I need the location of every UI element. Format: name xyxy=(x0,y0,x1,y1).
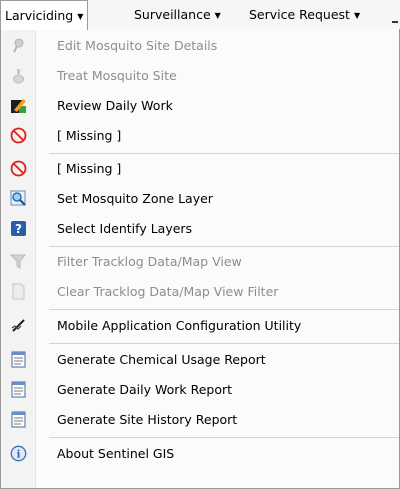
menu-item-about-sentinel-gis[interactable]: i About Sentinel GIS xyxy=(1,439,399,469)
blank-page-icon xyxy=(10,283,27,300)
report-document-icon xyxy=(10,381,27,398)
menu-item-clear-tracklog-filter[interactable]: Clear Tracklog Data/Map View Filter xyxy=(1,277,399,307)
menu-item-label: Generate Daily Work Report xyxy=(57,382,233,397)
menu-item-label: Clear Tracklog Data/Map View Filter xyxy=(57,284,279,299)
help-question-icon: ? xyxy=(10,220,27,237)
menu-item-label: [ Missing ] xyxy=(57,161,122,176)
spray-bottle-icon xyxy=(10,67,27,84)
dropdown-arrow-icon: ▼ xyxy=(214,11,221,20)
zone-magnifier-icon xyxy=(10,190,27,207)
menu-tab-larviciding[interactable]: Larviciding ▼ xyxy=(0,0,89,30)
menu-item-label: Generate Chemical Usage Report xyxy=(57,352,266,367)
report-document-icon xyxy=(10,411,27,428)
menu-item-select-identify-layers[interactable]: ? Select Identify Layers xyxy=(1,214,399,244)
dropdown-arrow-icon: ▼ xyxy=(353,11,361,20)
info-icon: i xyxy=(10,445,27,462)
menu-item-label: Filter Tracklog Data/Map View xyxy=(57,254,242,269)
menu-item-filter-tracklog[interactable]: Filter Tracklog Data/Map View xyxy=(1,247,399,277)
prohibited-icon xyxy=(10,127,27,144)
svg-text:?: ? xyxy=(15,222,22,236)
overflow-grip-icon xyxy=(392,21,398,23)
menu-separator xyxy=(49,437,399,438)
menu-item-missing-1[interactable]: [ Missing ] xyxy=(1,121,399,151)
svg-text:i: i xyxy=(17,450,21,461)
menu-item-label: Review Daily Work xyxy=(57,98,173,113)
menu-item-missing-2[interactable]: [ Missing ] xyxy=(1,154,399,184)
menu-item-label: Generate Site History Report xyxy=(57,412,238,427)
prohibited-icon xyxy=(10,160,27,177)
menubar: Larviciding ▼ Surveillance ▼ Service Reque… xyxy=(0,0,400,30)
menu-item-label: Set Mosquito Zone Layer xyxy=(57,191,213,206)
toolbar-overflow-button[interactable] xyxy=(390,0,400,29)
menu-tab-service-request[interactable]: Service Request ▼ xyxy=(245,0,364,29)
report-document-icon xyxy=(10,351,27,368)
larviciding-dropdown-menu: Edit Mosquito Site Details Treat Mosquit… xyxy=(0,29,400,489)
menu-item-treat-mosquito-site[interactable]: Treat Mosquito Site xyxy=(1,61,399,91)
filter-funnel-icon xyxy=(9,253,27,270)
menu-item-daily-work-report[interactable]: Generate Daily Work Report xyxy=(1,375,399,405)
menu-item-chemical-usage-report[interactable]: Generate Chemical Usage Report xyxy=(1,345,399,375)
menu-tab-label: Surveillance xyxy=(134,7,211,22)
menu-separator xyxy=(49,343,399,344)
mosquito-pin-icon xyxy=(10,37,27,54)
menu-item-set-mosquito-zone-layer[interactable]: Set Mosquito Zone Layer xyxy=(1,184,399,214)
menu-item-label: Treat Mosquito Site xyxy=(57,68,177,83)
menu-item-label: Select Identify Layers xyxy=(57,221,193,236)
menu-item-label: [ Missing ] xyxy=(57,128,122,143)
menu-item-mobile-app-config[interactable]: Mobile Application Configuration Utility xyxy=(1,311,399,341)
menu-item-label: About Sentinel GIS xyxy=(57,446,175,461)
menu-tab-label: Service Request xyxy=(249,7,350,22)
pen-configure-icon xyxy=(10,317,27,334)
menu-item-site-history-report[interactable]: Generate Site History Report xyxy=(1,405,399,435)
menu-tab-label: Larviciding xyxy=(5,8,74,23)
menu-tab-surveillance[interactable]: Surveillance ▼ xyxy=(130,0,225,29)
dropdown-arrow-icon: ▼ xyxy=(77,12,84,21)
menu-item-review-daily-work[interactable]: Review Daily Work xyxy=(1,91,399,121)
pencil-clipboard-icon xyxy=(10,97,27,114)
menu-item-label: Edit Mosquito Site Details xyxy=(57,38,218,53)
menu-item-edit-mosquito-site-details[interactable]: Edit Mosquito Site Details xyxy=(1,31,399,61)
menu-item-label: Mobile Application Configuration Utility xyxy=(57,318,302,333)
menu-separator xyxy=(49,309,399,310)
